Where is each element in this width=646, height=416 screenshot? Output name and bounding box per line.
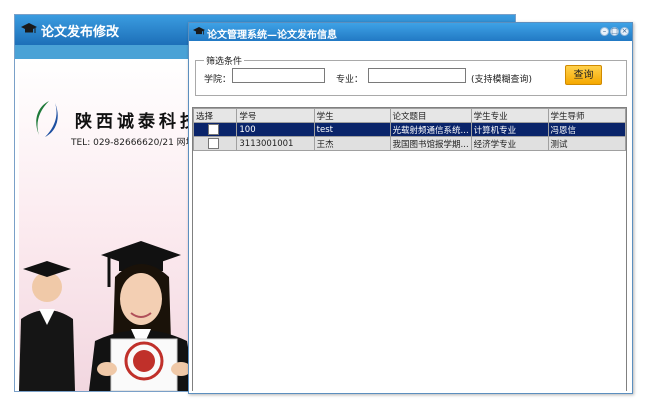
row-checkbox[interactable] [208, 124, 219, 135]
column-header-paper-title[interactable]: 论文题目 [389, 108, 472, 123]
paper-publish-window-titlebar[interactable]: 论文管理系统—论文发布信息 – □ × [189, 23, 632, 41]
column-header-advisor[interactable]: 学生导师 [547, 108, 626, 123]
table-row[interactable]: 3113001001 王杰 我国图书馆报学期... 经济学专业 测试 [193, 136, 626, 151]
close-button[interactable]: × [620, 27, 629, 36]
paper-table[interactable]: 选择 学号 学生 论文题目 学生专业 学生导师 100 test 光载射频通信系… [192, 107, 627, 391]
filter-legend: 筛选条件 [204, 54, 245, 67]
student-id-cell[interactable]: 3113001001 [236, 136, 315, 151]
company-logo [36, 101, 58, 137]
student-cell[interactable]: 王杰 [313, 136, 391, 151]
select-cell[interactable] [193, 122, 238, 137]
paper-title-cell[interactable]: 光载射频通信系统... [389, 122, 472, 137]
graduates-photo [19, 241, 195, 391]
major-label: 专业： [336, 75, 364, 85]
column-header-student-id[interactable]: 学号 [236, 108, 315, 123]
window-title: 论文管理系统—论文发布信息 [207, 30, 337, 41]
college-input[interactable] [232, 68, 325, 83]
advisor-cell[interactable]: 测试 [547, 136, 626, 151]
student-cell[interactable]: test [313, 122, 391, 137]
student-id-cell[interactable]: 100 [236, 122, 315, 137]
column-header-major[interactable]: 学生专业 [470, 108, 549, 123]
query-button[interactable]: 查询 [565, 65, 602, 85]
column-header-select[interactable]: 选择 [193, 108, 238, 123]
select-cell[interactable] [193, 136, 238, 151]
major-input[interactable] [368, 68, 466, 83]
graduation-cap-icon [193, 27, 205, 35]
table-header-row: 选择 学号 学生 论文题目 学生专业 学生导师 [193, 108, 626, 123]
table-row[interactable]: 100 test 光载射频通信系统... 计算机专业 冯恩信 [193, 122, 626, 137]
major-cell[interactable]: 计算机专业 [470, 122, 549, 137]
row-checkbox[interactable] [208, 138, 219, 149]
minimize-button[interactable]: – [600, 27, 609, 36]
paper-title-cell[interactable]: 我国图书馆报学期... [389, 136, 472, 151]
filter-group: 筛选条件 学院： 专业： (支持模糊查询) 查询 [195, 54, 627, 96]
paper-publish-window[interactable]: 论文管理系统—论文发布信息 – □ × 筛选条件 学院： 专业： (支持模糊查询… [188, 22, 633, 394]
major-cell[interactable]: 经济学专业 [470, 136, 549, 151]
advisor-cell[interactable]: 冯恩信 [547, 122, 626, 137]
column-header-student[interactable]: 学生 [313, 108, 391, 123]
graduation-cap-icon [21, 23, 37, 33]
maximize-button[interactable]: □ [610, 27, 619, 36]
college-label: 学院： [204, 75, 232, 85]
background-window-title: 论文发布修改 [41, 25, 120, 40]
fuzzy-search-hint: (支持模糊查询) [471, 75, 533, 85]
